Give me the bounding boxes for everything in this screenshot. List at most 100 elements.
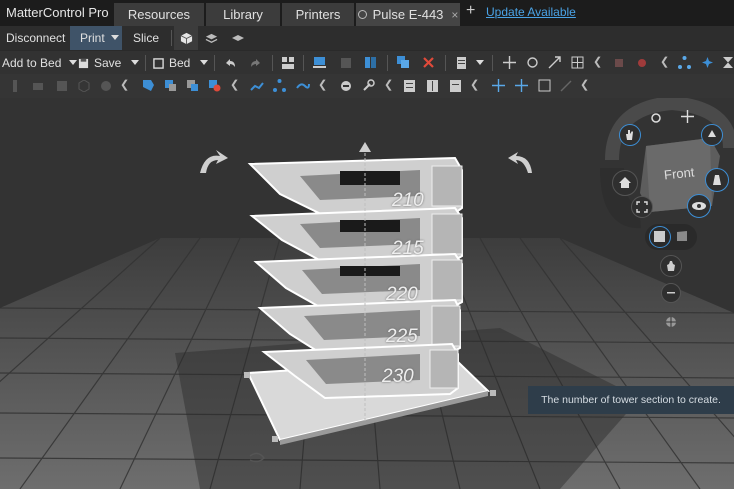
grid-toggle-icon[interactable] — [664, 315, 678, 334]
operations-toolbar: ❮ ❮ ❮ ❮ ❮ ❮ — [0, 74, 734, 98]
fit-icon[interactable] — [538, 79, 551, 92]
tree-nodes-icon[interactable] — [273, 79, 286, 92]
align-icon[interactable] — [340, 57, 352, 69]
intersect-icon[interactable] — [186, 79, 199, 92]
perspective-button[interactable] — [705, 168, 729, 192]
rotate-left-icon[interactable] — [200, 150, 228, 173]
collapse-chevron-icon[interactable]: ❮ — [580, 78, 589, 91]
chevron-down-icon — [69, 60, 78, 65]
tab-pulse-e-443[interactable]: Pulse E-443 × — [356, 3, 460, 26]
view-cube-face-label[interactable]: Front — [663, 164, 695, 182]
tree-icon[interactable] — [678, 56, 691, 69]
mirror-icon[interactable] — [364, 56, 377, 69]
disconnect-button[interactable]: Disconnect — [6, 26, 65, 50]
collapse-chevron-icon[interactable]: ❮ — [318, 78, 327, 91]
delete-icon[interactable] — [422, 56, 435, 69]
update-available-link[interactable]: Update Available — [486, 5, 576, 19]
table-icon[interactable] — [427, 80, 438, 92]
twist-icon[interactable] — [296, 80, 310, 92]
sphere-icon[interactable] — [100, 80, 112, 92]
arrange-icon[interactable] — [282, 57, 294, 69]
rotate-right-icon[interactable] — [508, 152, 532, 173]
light-icon[interactable] — [10, 80, 20, 92]
chevron-down-icon[interactable] — [476, 60, 484, 66]
chevron-down-icon — [131, 60, 140, 65]
scale-handle-icon[interactable] — [490, 390, 496, 396]
fit-view-button[interactable] — [631, 196, 653, 218]
close-icon[interactable]: × — [451, 8, 458, 22]
pan-view-icon[interactable] — [681, 110, 694, 128]
title-bar: MatterControl Pro Resources Library Prin… — [0, 0, 734, 26]
hand-cursor-icon — [667, 261, 675, 271]
scale-icon[interactable] — [548, 56, 561, 69]
layers-view-button[interactable] — [205, 26, 218, 50]
translate-icon[interactable] — [515, 79, 528, 92]
collapse-chevron-icon[interactable]: ❮ — [120, 78, 129, 91]
hexagon-icon[interactable] — [78, 80, 90, 92]
replace-icon[interactable] — [208, 79, 221, 92]
paint-icon[interactable] — [636, 57, 648, 69]
scale-disabled-icon[interactable] — [560, 80, 572, 92]
move-icon[interactable] — [503, 56, 516, 69]
zoom-out-button[interactable] — [661, 283, 681, 303]
add-to-bed-button[interactable]: Add to Bed — [2, 51, 78, 75]
tab-resources[interactable]: Resources — [114, 3, 204, 26]
collapse-chevron-icon[interactable]: ❮ — [593, 55, 602, 68]
list-icon[interactable] — [404, 80, 415, 92]
collapse-chevron-icon[interactable]: ❮ — [384, 78, 393, 91]
curve-icon[interactable] — [250, 80, 264, 92]
wrench-icon[interactable] — [362, 79, 375, 92]
rotate-view-icon[interactable] — [650, 111, 662, 129]
slice-button[interactable]: Slice — [133, 26, 159, 50]
divider — [445, 55, 446, 71]
disconnect-label: Disconnect — [6, 31, 66, 45]
place-on-bed-icon[interactable] — [313, 56, 326, 69]
orthographic-button[interactable] — [649, 226, 671, 248]
tooltip: The number of tower section to create. — [528, 386, 734, 414]
collapse-chevron-icon[interactable]: ❮ — [230, 78, 239, 91]
new-tab-button[interactable]: + — [466, 2, 475, 20]
box-icon[interactable] — [32, 80, 44, 92]
material-icon[interactable] — [456, 57, 467, 69]
bed-icon — [153, 57, 164, 69]
model-view-button[interactable] — [174, 26, 198, 50]
perspective-view-button[interactable] — [674, 228, 690, 249]
print-button[interactable]: Print — [70, 26, 122, 50]
eye-icon — [692, 202, 706, 210]
divider — [492, 55, 493, 71]
divider — [145, 55, 146, 71]
gcode-view-button[interactable] — [231, 26, 245, 50]
collapse-chevron-icon[interactable]: ❮ — [660, 55, 669, 68]
hand-pan-button[interactable] — [619, 124, 641, 146]
home-view-button[interactable] — [612, 170, 638, 196]
tab-printers[interactable]: Printers — [282, 3, 354, 26]
redo-icon[interactable] — [250, 57, 262, 69]
3d-viewport[interactable]: 210 215 220 225 230 Front The number of … — [0, 98, 734, 489]
collapse-chevron-icon[interactable]: ❮ — [470, 78, 479, 91]
scale-handle-icon[interactable] — [272, 436, 278, 442]
scale-handle-icon[interactable] — [244, 372, 250, 378]
lattice-icon[interactable] — [56, 80, 68, 92]
save-button[interactable]: Save — [78, 51, 140, 75]
tooltip-text: The number of tower section to create. — [541, 394, 721, 406]
copy-icon[interactable] — [397, 56, 410, 69]
main-toolbar: Add to Bed Save Bed ❮ ❮ — [0, 50, 734, 75]
move-axis-icon[interactable] — [492, 79, 505, 92]
hourglass-icon[interactable] — [722, 56, 734, 69]
union-icon[interactable] — [142, 79, 155, 92]
sparkle-icon[interactable] — [701, 56, 714, 69]
tower-label: 220 — [386, 284, 418, 305]
snap-button[interactable] — [660, 255, 682, 277]
rotate-icon[interactable] — [526, 56, 539, 69]
support-icon[interactable] — [613, 57, 625, 69]
zoom-view-button[interactable] — [701, 124, 723, 146]
minus-circle-icon[interactable] — [340, 80, 352, 92]
grid-icon[interactable] — [571, 56, 584, 69]
tab-library[interactable]: Library — [206, 3, 280, 26]
subtract-icon[interactable] — [164, 79, 177, 92]
document-icon[interactable] — [450, 80, 461, 92]
view-mode-button[interactable] — [687, 194, 711, 218]
undo-icon[interactable] — [224, 57, 236, 69]
bed-button[interactable]: Bed — [153, 51, 209, 75]
move-up-arrow-icon[interactable] — [359, 142, 371, 152]
